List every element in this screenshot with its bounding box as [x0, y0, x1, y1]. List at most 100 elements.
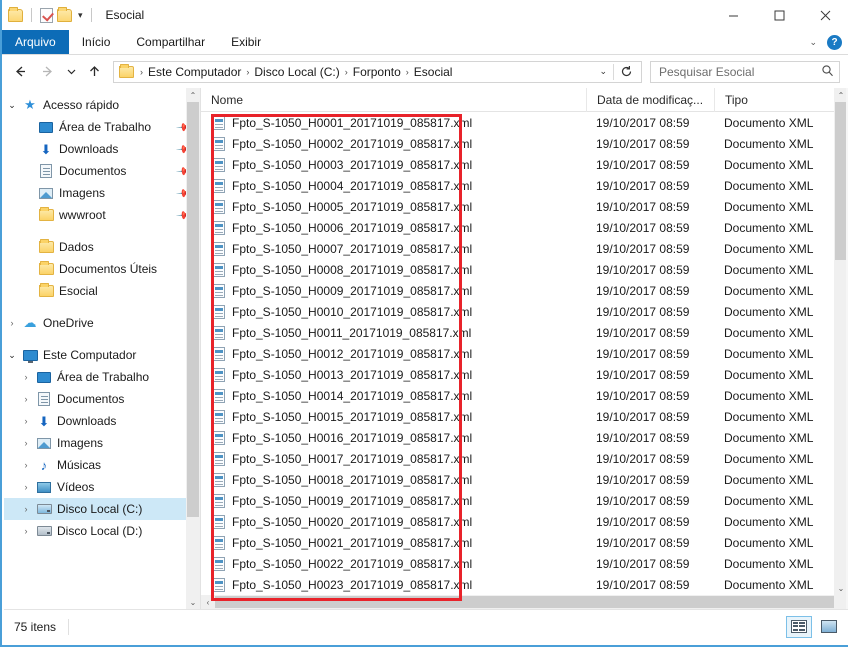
table-row[interactable]: Fpto_S-1050_H0007_20171019_085817.xml 19… [201, 238, 834, 259]
table-row[interactable]: Fpto_S-1050_H0011_20171019_085817.xml 19… [201, 322, 834, 343]
breadcrumb-separator-3[interactable]: › [404, 67, 411, 77]
table-row[interactable]: Fpto_S-1050_H0008_20171019_085817.xml 19… [201, 259, 834, 280]
sidebar-item-pc-imagens[interactable]: › Imagens [4, 432, 200, 454]
breadcrumb-dropdown-icon[interactable]: ⌄ [593, 66, 613, 77]
chevron-right-icon[interactable]: › [18, 372, 34, 382]
sidebar-item-dados[interactable]: Dados [4, 236, 200, 258]
file-name-cell[interactable]: Fpto_S-1050_H0013_20171019_085817.xml [201, 367, 586, 382]
table-row[interactable]: Fpto_S-1050_H0003_20171019_085817.xml 19… [201, 154, 834, 175]
chevron-right-icon[interactable]: › [18, 482, 34, 492]
table-row[interactable]: Fpto_S-1050_H0014_20171019_085817.xml 19… [201, 385, 834, 406]
file-name-cell[interactable]: Fpto_S-1050_H0007_20171019_085817.xml [201, 241, 586, 256]
sidebar-item-pc-musicas[interactable]: › ♪ Músicas [4, 454, 200, 476]
table-row[interactable]: Fpto_S-1050_H0006_20171019_085817.xml 19… [201, 217, 834, 238]
chevron-right-icon[interactable]: › [4, 318, 20, 328]
file-name-cell[interactable]: Fpto_S-1050_H0005_20171019_085817.xml [201, 199, 586, 214]
up-button[interactable] [82, 59, 107, 84]
navigation-scrollbar[interactable]: ⌃ ⌄ [186, 88, 200, 609]
sidebar-item-documentos-uteis[interactable]: Documentos Úteis [4, 258, 200, 280]
navigation-scrollbar-track[interactable] [186, 102, 200, 595]
table-row[interactable]: Fpto_S-1050_H0017_20171019_085817.xml 19… [201, 448, 834, 469]
chevron-down-icon[interactable]: ⌄ [809, 37, 817, 48]
chevron-right-icon[interactable]: › [18, 438, 34, 448]
breadcrumb-separator-1[interactable]: › [244, 67, 251, 77]
table-row[interactable]: Fpto_S-1050_H0012_20171019_085817.xml 19… [201, 343, 834, 364]
table-row[interactable]: Fpto_S-1050_H0016_20171019_085817.xml 19… [201, 427, 834, 448]
table-row[interactable]: Fpto_S-1050_H0015_20171019_085817.xml 19… [201, 406, 834, 427]
sidebar-item-disco-local-d[interactable]: › Disco Local (D:) [4, 520, 200, 542]
file-name-cell[interactable]: Fpto_S-1050_H0023_20171019_085817.xml [201, 577, 586, 592]
scroll-up-icon[interactable]: ⌃ [186, 88, 200, 102]
file-list-hscrollbar-thumb[interactable] [215, 596, 834, 608]
table-row[interactable]: Fpto_S-1050_H0009_20171019_085817.xml 19… [201, 280, 834, 301]
column-header-data[interactable]: Data de modificaç... [586, 88, 714, 112]
large-icons-view-button[interactable] [816, 616, 842, 638]
file-name-cell[interactable]: Fpto_S-1050_H0015_20171019_085817.xml [201, 409, 586, 424]
chevron-right-icon[interactable]: › [18, 526, 34, 536]
search-icon[interactable] [821, 64, 834, 80]
table-row[interactable]: Fpto_S-1050_H0022_20171019_085817.xml 19… [201, 553, 834, 574]
minimize-button[interactable] [710, 0, 756, 30]
file-name-cell[interactable]: Fpto_S-1050_H0018_20171019_085817.xml [201, 472, 586, 487]
sidebar-item-wwwroot[interactable]: wwwroot 📌 [4, 204, 200, 226]
table-row[interactable]: Fpto_S-1050_H0023_20171019_085817.xml 19… [201, 574, 834, 595]
close-button[interactable] [802, 0, 848, 30]
chevron-right-icon[interactable]: › [18, 460, 34, 470]
table-row[interactable]: Fpto_S-1050_H0013_20171019_085817.xml 19… [201, 364, 834, 385]
sidebar-item-pc-area-de-trabalho[interactable]: › Área de Trabalho [4, 366, 200, 388]
file-name-cell[interactable]: Fpto_S-1050_H0021_20171019_085817.xml [201, 535, 586, 550]
breadcrumb-item-3[interactable]: Esocial [411, 65, 456, 79]
file-name-cell[interactable]: Fpto_S-1050_H0001_20171019_085817.xml [201, 115, 586, 130]
file-name-cell[interactable]: Fpto_S-1050_H0014_20171019_085817.xml [201, 388, 586, 403]
sidebar-item-downloads[interactable]: ⬇ Downloads 📌 [4, 138, 200, 160]
table-row[interactable]: Fpto_S-1050_H0020_20171019_085817.xml 19… [201, 511, 834, 532]
sidebar-item-esocial[interactable]: Esocial [4, 280, 200, 302]
forward-button[interactable] [35, 59, 60, 84]
sidebar-group-acesso-rapido[interactable]: ⌄ ★ Acesso rápido [4, 94, 200, 116]
table-row[interactable]: Fpto_S-1050_H0018_20171019_085817.xml 19… [201, 469, 834, 490]
table-row[interactable]: Fpto_S-1050_H0019_20171019_085817.xml 19… [201, 490, 834, 511]
breadcrumb-item-1[interactable]: Disco Local (C:) [251, 65, 342, 79]
file-name-cell[interactable]: Fpto_S-1050_H0016_20171019_085817.xml [201, 430, 586, 445]
file-name-cell[interactable]: Fpto_S-1050_H0012_20171019_085817.xml [201, 346, 586, 361]
breadcrumb-separator-2[interactable]: › [343, 67, 350, 77]
sidebar-item-area-de-trabalho[interactable]: Área de Trabalho 📌 [4, 116, 200, 138]
chevron-down-icon[interactable]: ⌄ [4, 350, 20, 361]
new-folder-icon[interactable] [57, 6, 72, 22]
table-row[interactable]: Fpto_S-1050_H0005_20171019_085817.xml 19… [201, 196, 834, 217]
navigation-scrollbar-thumb[interactable] [187, 102, 199, 517]
tab-inicio[interactable]: Início [69, 30, 124, 54]
table-row[interactable]: Fpto_S-1050_H0001_20171019_085817.xml 19… [201, 112, 834, 133]
column-header-nome[interactable]: ⌃ Nome [201, 88, 586, 112]
file-name-cell[interactable]: Fpto_S-1050_H0004_20171019_085817.xml [201, 178, 586, 193]
sidebar-item-imagens[interactable]: Imagens 📌 [4, 182, 200, 204]
sidebar-item-pc-downloads[interactable]: › ⬇ Downloads [4, 410, 200, 432]
maximize-button[interactable] [756, 0, 802, 30]
sidebar-item-pc-videos[interactable]: › Vídeos [4, 476, 200, 498]
table-row[interactable]: Fpto_S-1050_H0002_20171019_085817.xml 19… [201, 133, 834, 154]
breadcrumb-item-0[interactable]: Este Computador [145, 65, 244, 79]
chevron-down-icon[interactable]: ▾ [78, 10, 83, 20]
breadcrumb-item-2[interactable]: Forponto [350, 65, 404, 79]
chevron-right-icon[interactable]: › [18, 504, 34, 514]
folder-icon[interactable] [8, 6, 23, 22]
file-list-hscrollbar[interactable]: ‹ [201, 595, 834, 609]
table-row[interactable]: Fpto_S-1050_H0004_20171019_085817.xml 19… [201, 175, 834, 196]
sidebar-group-este-computador[interactable]: ⌄ Este Computador [4, 344, 200, 366]
table-row[interactable]: Fpto_S-1050_H0021_20171019_085817.xml 19… [201, 532, 834, 553]
chevron-right-icon[interactable]: › [18, 394, 34, 404]
recent-locations-button[interactable] [62, 59, 80, 84]
refresh-icon[interactable] [614, 65, 639, 78]
file-name-cell[interactable]: Fpto_S-1050_H0003_20171019_085817.xml [201, 157, 586, 172]
table-row[interactable]: Fpto_S-1050_H0010_20171019_085817.xml 19… [201, 301, 834, 322]
search-input[interactable]: Pesquisar Esocial [659, 65, 821, 79]
chevron-down-icon[interactable]: ⌄ [4, 100, 20, 111]
file-name-cell[interactable]: Fpto_S-1050_H0011_20171019_085817.xml [201, 325, 586, 340]
scroll-left-icon[interactable]: ‹ [201, 595, 215, 609]
sidebar-item-onedrive[interactable]: › ☁ OneDrive [4, 312, 200, 334]
file-name-cell[interactable]: Fpto_S-1050_H0009_20171019_085817.xml [201, 283, 586, 298]
file-name-cell[interactable]: Fpto_S-1050_H0022_20171019_085817.xml [201, 556, 586, 571]
tab-compartilhar[interactable]: Compartilhar [123, 30, 218, 54]
sidebar-item-disco-local-c[interactable]: › Disco Local (C:) [4, 498, 200, 520]
file-name-cell[interactable]: Fpto_S-1050_H0010_20171019_085817.xml [201, 304, 586, 319]
